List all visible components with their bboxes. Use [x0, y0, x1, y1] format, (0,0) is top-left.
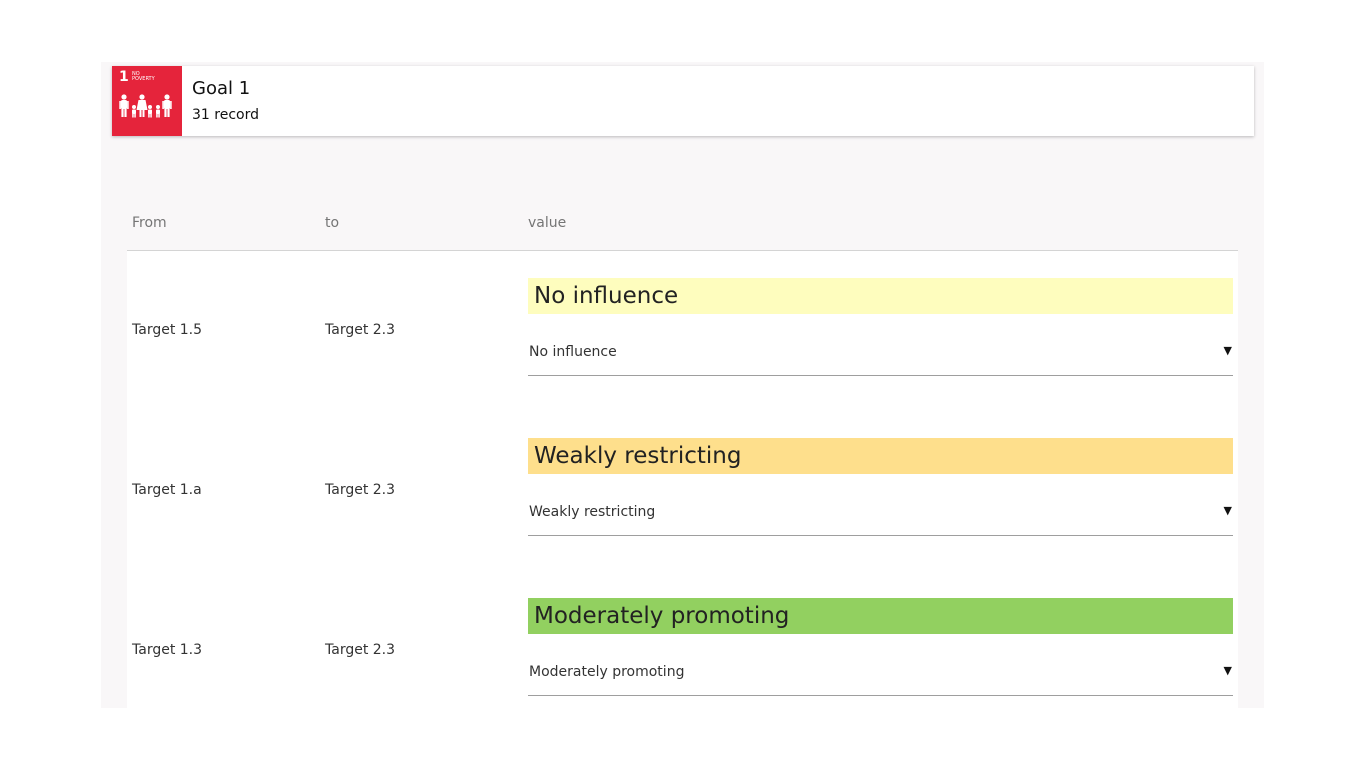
value-select[interactable]: Moderately promoting ▼	[528, 654, 1233, 696]
table-row: Target 1.5 Target 2.3 No influence No in…	[127, 251, 1238, 411]
value-label: Moderately promoting	[528, 598, 1233, 634]
table-header: From to value	[127, 200, 1238, 251]
column-header-from[interactable]: From	[132, 215, 167, 231]
caret-down-icon: ▼	[1223, 504, 1232, 517]
cell-from: Target 1.a	[132, 482, 202, 498]
goal-icon-number: 1	[119, 69, 129, 85]
caret-down-icon: ▼	[1223, 664, 1232, 677]
column-header-value[interactable]: value	[528, 215, 566, 231]
column-header-to[interactable]: to	[325, 215, 339, 231]
table-row: Target 1.a Target 2.3 Weakly restricting…	[127, 411, 1238, 571]
value-select[interactable]: No influence ▼	[528, 334, 1233, 376]
caret-down-icon: ▼	[1223, 344, 1232, 357]
cell-from: Target 1.3	[132, 642, 203, 658]
goal-header-card[interactable]: 1 NO POVERTY Goal 1 31 record	[112, 66, 1254, 136]
value-select-text: Moderately promoting	[529, 664, 685, 680]
goal-record-count: 31 record	[192, 107, 259, 123]
table-body: Target 1.5 Target 2.3 No influence No in…	[127, 251, 1238, 708]
cell-from: Target 1.5	[132, 322, 203, 338]
value-select-text: Weakly restricting	[529, 504, 656, 520]
cell-to: Target 2.3	[325, 322, 396, 338]
sdg-goal-icon: 1 NO POVERTY	[112, 66, 182, 136]
interactions-table: From to value Target 1.5 Target 2.3 No i…	[127, 200, 1238, 708]
cell-to: Target 2.3	[325, 482, 396, 498]
goal-title: Goal 1	[192, 78, 251, 99]
value-select-text: No influence	[529, 344, 617, 360]
goal-icon-caption: NO POVERTY	[132, 71, 155, 82]
value-label: No influence	[528, 278, 1233, 314]
table-row: Target 1.3 Target 2.3 Moderately promoti…	[127, 571, 1238, 731]
family-icon	[119, 94, 172, 118]
value-select[interactable]: Weakly restricting ▼	[528, 494, 1233, 536]
cell-to: Target 2.3	[325, 642, 396, 658]
value-label: Weakly restricting	[528, 438, 1233, 474]
